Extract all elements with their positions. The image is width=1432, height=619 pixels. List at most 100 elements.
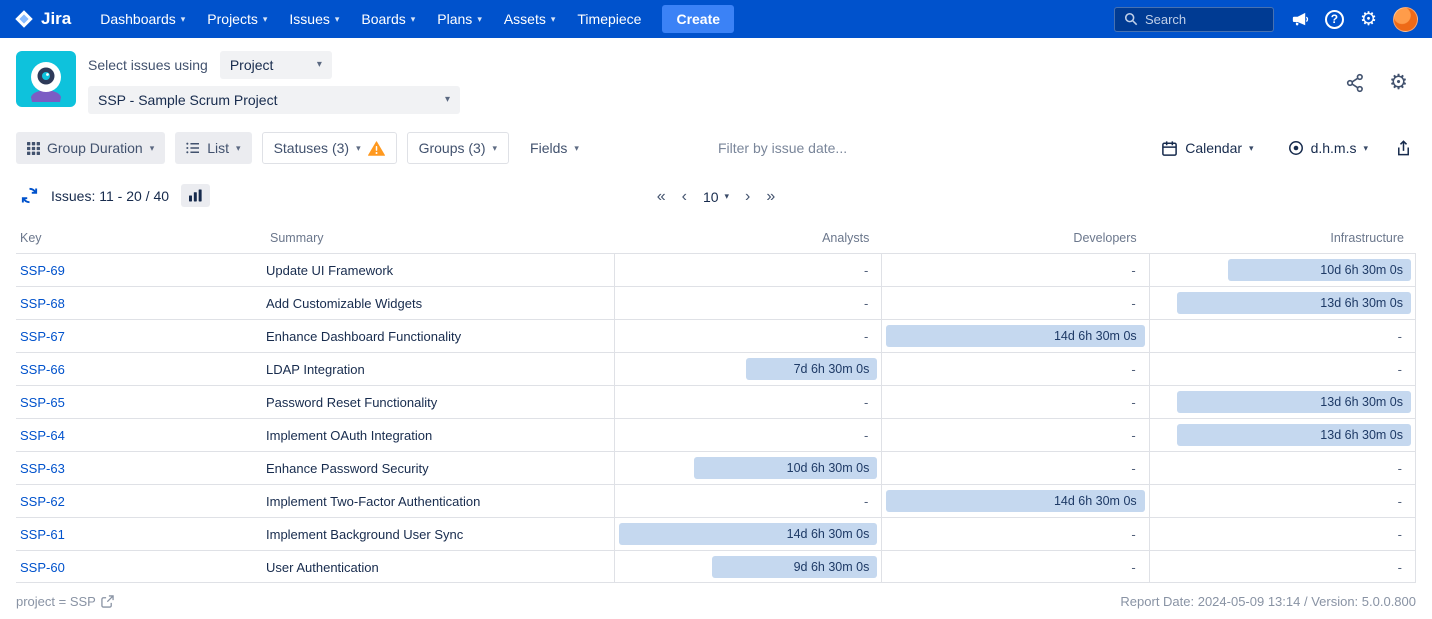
table-row: SSP-63Enhance Password Security10d 6h 30… (16, 451, 1416, 484)
announcement-icon[interactable] (1290, 10, 1309, 29)
empty-duration: - (1131, 395, 1144, 410)
nav-item-assets[interactable]: Assets▾ (493, 0, 567, 38)
table-row: SSP-69Update UI Framework--10d 6h 30m 0s (16, 253, 1416, 286)
issue-date-filter-input[interactable] (718, 140, 908, 156)
duration-bar: 9d 6h 30m 0s (712, 556, 877, 578)
analysts-cell: - (614, 320, 881, 352)
fields-button[interactable]: Fields ▾ (519, 132, 590, 164)
issue-key-link[interactable]: SSP-66 (20, 362, 65, 377)
create-button[interactable]: Create (662, 5, 734, 33)
empty-duration: - (864, 494, 877, 509)
developers-cell: - (881, 452, 1148, 484)
view-list-button[interactable]: List ▾ (175, 132, 251, 164)
nav-item-plans[interactable]: Plans▾ (426, 0, 493, 38)
settings-gear-icon[interactable]: ⚙ (1360, 10, 1377, 29)
analysts-cell: 9d 6h 30m 0s (614, 551, 881, 583)
search-input[interactable] (1145, 12, 1260, 27)
issue-key-link[interactable]: SSP-65 (20, 395, 65, 410)
duration-format-button[interactable]: d.h.m.s ▾ (1277, 132, 1379, 164)
refresh-button[interactable] (16, 182, 43, 209)
nav-item-boards[interactable]: Boards▾ (350, 0, 426, 38)
issue-key-link[interactable]: SSP-68 (20, 296, 65, 311)
developers-cell: 14d 6h 30m 0s (881, 485, 1148, 517)
export-button[interactable] (1391, 136, 1416, 161)
analysts-cell: 14d 6h 30m 0s (614, 518, 881, 550)
group-duration-button[interactable]: Group Duration ▾ (16, 132, 165, 164)
jira-mark-icon (14, 9, 34, 29)
analysts-cell: 10d 6h 30m 0s (614, 452, 881, 484)
infrastructure-cell: 13d 6h 30m 0s (1149, 287, 1416, 319)
last-page-button[interactable]: » (766, 189, 775, 205)
issue-key-link[interactable]: SSP-63 (20, 461, 65, 476)
empty-duration: - (1398, 461, 1411, 476)
filter-query-link[interactable]: project = SSP (16, 594, 114, 609)
nav-right-cluster: ? ⚙ (1114, 7, 1418, 32)
nav-item-projects[interactable]: Projects▾ (196, 0, 278, 38)
issue-key-link[interactable]: SSP-61 (20, 527, 65, 542)
brand-name: Jira (41, 9, 71, 29)
first-page-button[interactable]: « (657, 189, 666, 205)
prev-page-button[interactable]: ‹ (682, 189, 687, 205)
search-box[interactable] (1114, 7, 1274, 32)
table-row: SSP-61Implement Background User Sync14d … (16, 517, 1416, 550)
statuses-filter-button[interactable]: Statuses (3) ▾ (262, 132, 397, 164)
table-row: SSP-60User Authentication9d 6h 30m 0s-- (16, 550, 1416, 583)
infrastructure-cell: - (1149, 518, 1416, 550)
project-select[interactable]: SSP - Sample Scrum Project ▾ (88, 86, 460, 114)
empty-duration: - (1131, 428, 1144, 443)
analysts-cell: - (614, 386, 881, 418)
empty-duration: - (864, 395, 877, 410)
view-list-label: List (207, 140, 229, 156)
fields-label: Fields (530, 140, 567, 156)
key-cell: SSP-61 (16, 518, 266, 550)
empty-duration: - (1131, 527, 1144, 542)
nav-item-timepiece[interactable]: Timepiece (566, 0, 652, 38)
duration-bar: 14d 6h 30m 0s (619, 523, 877, 545)
chart-view-button[interactable] (181, 184, 210, 207)
table-header: Key Summary Analysts Developers Infrastr… (16, 223, 1416, 253)
user-avatar[interactable] (1393, 7, 1418, 32)
empty-duration: - (1131, 362, 1144, 377)
help-icon[interactable]: ? (1325, 10, 1344, 29)
empty-duration: - (864, 263, 877, 278)
nav-item-issues[interactable]: Issues ▾ (278, 0, 350, 38)
table-row: SSP-62Implement Two-Factor Authenticatio… (16, 484, 1416, 517)
infrastructure-cell: - (1149, 551, 1416, 583)
issue-key-link[interactable]: SSP-67 (20, 329, 65, 344)
chevron-down-icon: ▾ (335, 15, 340, 24)
chevron-down-icon: ▾ (411, 15, 416, 24)
issue-key-link[interactable]: SSP-62 (20, 494, 65, 509)
issue-key-link[interactable]: SSP-69 (20, 263, 65, 278)
groups-filter-label: Groups (3) (419, 140, 486, 156)
project-select-value: SSP - Sample Scrum Project (98, 92, 277, 108)
search-icon (1124, 12, 1138, 26)
group-duration-label: Group Duration (47, 140, 143, 156)
duration-bar: 10d 6h 30m 0s (694, 457, 877, 479)
issue-source-select[interactable]: Project ▾ (220, 51, 332, 79)
issues-count: Issues: 11 - 20 / 40 (51, 188, 169, 204)
duration-bar: 10d 6h 30m 0s (1228, 259, 1411, 281)
key-cell: SSP-66 (16, 353, 266, 385)
jira-logo[interactable]: Jira (14, 9, 71, 29)
nav-item-label: Issues (289, 11, 329, 27)
issues-table: Key Summary Analysts Developers Infrastr… (16, 223, 1416, 583)
issue-key-link[interactable]: SSP-60 (20, 560, 65, 575)
page-size-select[interactable]: 10 ▾ (703, 189, 729, 205)
share-icon[interactable] (1345, 73, 1365, 93)
infrastructure-cell: 13d 6h 30m 0s (1149, 419, 1416, 451)
empty-duration: - (1398, 560, 1411, 575)
empty-duration: - (1398, 494, 1411, 509)
key-cell: SSP-63 (16, 452, 266, 484)
issue-key-link[interactable]: SSP-64 (20, 428, 65, 443)
nav-item-dashboards[interactable]: Dashboards▾ (89, 0, 196, 38)
bar-chart-icon (188, 189, 203, 202)
developers-cell: - (881, 287, 1148, 319)
gear-glyph: ⚙ (1389, 72, 1408, 93)
report-settings-gear-icon[interactable]: ⚙ (1389, 72, 1408, 93)
calendar-button[interactable]: Calendar ▾ (1150, 132, 1264, 164)
groups-filter-button[interactable]: Groups (3) ▾ (407, 132, 509, 164)
duration-bar: 14d 6h 30m 0s (886, 490, 1144, 512)
external-link-icon (101, 595, 114, 608)
next-page-button[interactable]: › (745, 189, 750, 205)
analysts-cell: - (614, 254, 881, 286)
